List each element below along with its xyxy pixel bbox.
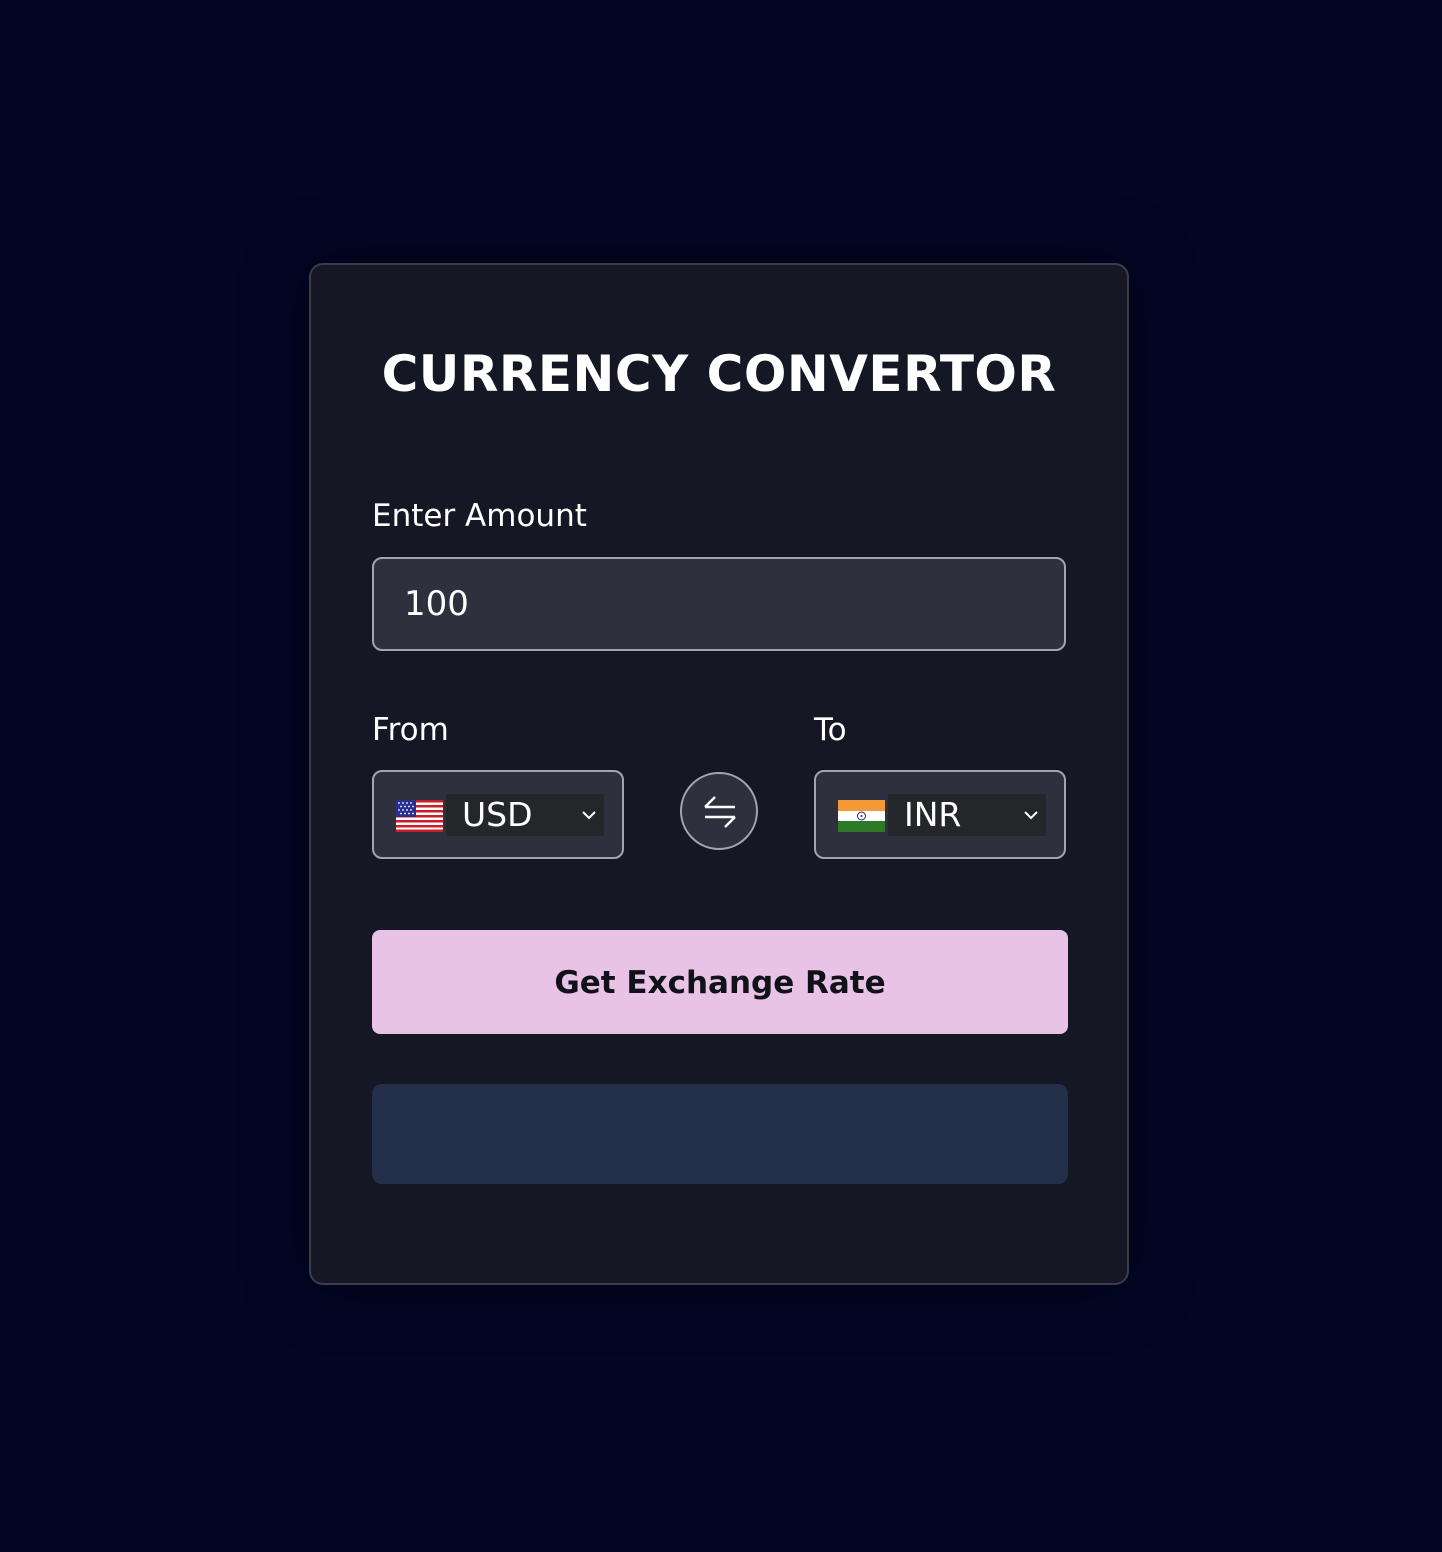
swap-arrows-icon xyxy=(704,796,736,828)
to-label: To xyxy=(814,712,847,748)
chevron-down-icon xyxy=(1024,811,1038,820)
to-currency-dropdown[interactable]: INR xyxy=(888,794,1046,836)
converter-card: CURRENCY CONVERTOR Enter Amount From USD xyxy=(309,263,1129,1285)
get-exchange-rate-button[interactable]: Get Exchange Rate xyxy=(372,930,1068,1034)
from-currency-dropdown[interactable]: USD xyxy=(446,794,604,836)
from-currency-select[interactable]: USD xyxy=(372,770,624,859)
from-label: From xyxy=(372,712,449,748)
result-box xyxy=(372,1084,1068,1184)
amount-label: Enter Amount xyxy=(372,498,587,534)
amount-input[interactable] xyxy=(372,557,1066,651)
us-flag-icon xyxy=(396,800,443,832)
to-currency-value: INR xyxy=(904,795,962,834)
from-currency-value: USD xyxy=(462,795,533,834)
india-flag-icon xyxy=(838,800,885,832)
to-currency-select[interactable]: INR xyxy=(814,770,1066,859)
page-title: CURRENCY CONVERTOR xyxy=(381,345,1057,403)
swap-button[interactable] xyxy=(680,772,758,850)
chevron-down-icon xyxy=(582,811,596,820)
